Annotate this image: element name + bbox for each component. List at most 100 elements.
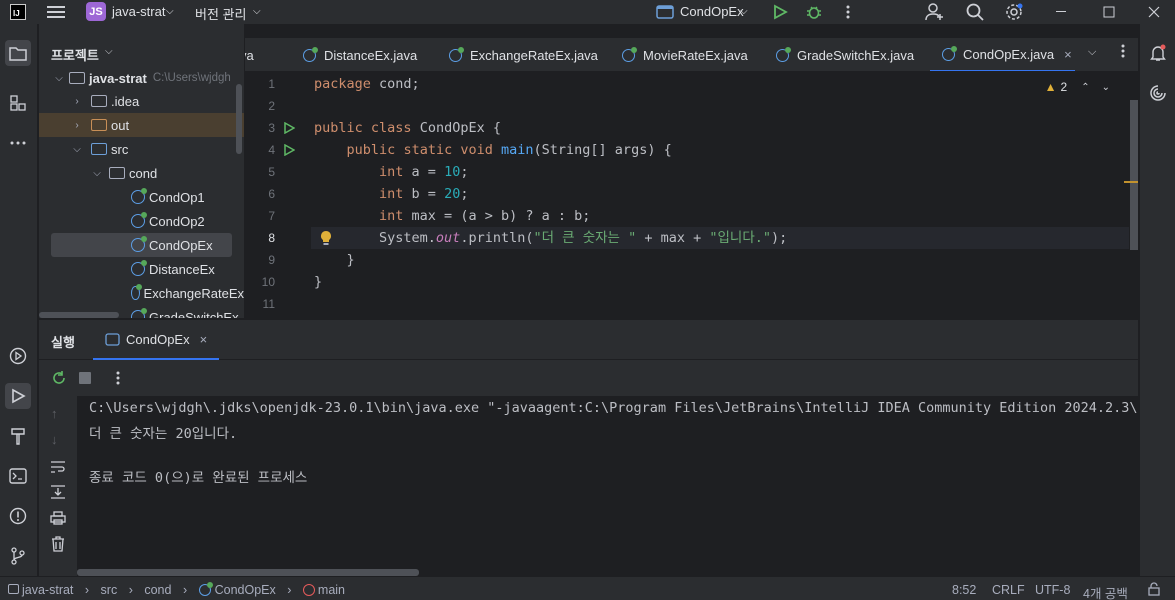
project-tool-icon[interactable] [5,40,31,66]
tree-item-exchangerateex[interactable]: ExchangeRateEx [39,281,244,305]
structure-tool-icon[interactable] [5,90,31,116]
run-tab-close-icon[interactable]: × [200,332,208,347]
soft-wrap-icon[interactable] [50,460,66,477]
breadcrumb-item[interactable]: main [318,583,345,597]
cursor-position[interactable]: 8:52 [952,583,976,597]
notifications-bell-icon[interactable] [1145,40,1171,66]
search-icon[interactable] [965,2,985,22]
run-more-icon[interactable] [116,371,120,388]
tab-distanceex[interactable]: DistanceEx.java [303,38,417,71]
git-tool-icon[interactable] [5,543,31,569]
editor-scrollbar[interactable] [1130,100,1138,250]
project-scrollbar[interactable] [236,84,242,154]
breadcrumb-item[interactable]: java-strat [22,583,73,597]
chevron-down-icon[interactable]: ⌵ [91,168,103,179]
tree-item-java-strat[interactable]: ⌵ java-strat C:\Users\wjdgh [39,66,244,90]
breadcrumb-item[interactable]: src [101,583,118,597]
vcs-menu[interactable]: 버전 관리 [195,4,246,23]
print-icon[interactable] [50,511,66,528]
code-line: int max = (a > b) ? a : b; [379,208,591,224]
console-horizontal-scrollbar[interactable] [77,569,419,576]
run-toolbar [39,360,1138,396]
tree-item-condop1[interactable]: CondOp1 [39,185,244,209]
tree-item-src[interactable]: ⌵ src [39,137,244,161]
run-tab-condopex[interactable]: CondOpEx × [93,320,220,360]
chevron-right-icon[interactable]: › [71,96,83,107]
scroll-to-end-icon[interactable] [50,485,66,502]
chevron-down-icon[interactable]: ⌵ [53,73,65,84]
project-badge[interactable]: JS [86,2,106,21]
previous-highlight-chevron-up-icon[interactable]: ⌃ [1081,82,1089,93]
title-bar: IJ JS java-strat ⌵ 버전 관리 ⌵ CondOpEx ⌵ [0,0,1175,24]
breadcrumb-item[interactable]: CondOpEx [215,583,276,597]
tab-exchangerateex[interactable]: ExchangeRateEx.java [449,38,598,71]
breadcrumb-item[interactable]: cond [144,583,171,597]
rerun-icon[interactable] [51,370,67,389]
main-menu-icon[interactable] [46,2,66,22]
project-panel: 프로젝트 ⌵ ⌵ java-strat C:\Users\wjdgh › .id… [39,24,244,318]
services-tool-icon[interactable] [5,343,31,369]
tabs-more-icon[interactable] [1121,44,1125,61]
run-tool-icon[interactable] [5,383,31,409]
build-hammer-icon[interactable] [5,423,31,449]
lock-icon[interactable] [1148,582,1160,599]
more-actions-icon[interactable] [838,2,858,22]
clear-trash-icon[interactable] [51,536,65,555]
tab-condopex[interactable]: CondOpEx.java × [930,38,1075,71]
tab-label: CondOpEx.java [963,46,1055,62]
code-line: int a = 10; [379,164,469,180]
problems-tool-icon[interactable] [5,503,31,529]
tree-item-out[interactable]: › out [39,113,244,137]
tab-close-icon[interactable]: × [1064,47,1072,62]
console-output[interactable]: C:\Users\wjdgh\.jdks\openjdk-23.0.1\bin\… [77,396,1138,576]
next-highlight-chevron-down-icon[interactable]: ⌄ [1102,82,1110,93]
line-number: 1 [268,77,275,91]
warning-stripe-marker[interactable] [1124,181,1138,183]
tree-item-condop2[interactable]: CondOp2 [39,209,244,233]
project-horizontal-scrollbar[interactable] [39,312,119,318]
run-class-gutter-icon[interactable] [283,121,296,135]
add-user-icon[interactable] [925,2,945,22]
java-class-icon [198,582,213,596]
indent-setting[interactable]: 4개 공백 [1083,583,1128,600]
run-icon[interactable] [770,2,790,22]
project-panel-title[interactable]: 프로젝트 [51,45,99,64]
run-main-gutter-icon[interactable] [283,143,296,157]
close-icon[interactable] [1144,2,1164,22]
terminal-tool-icon[interactable] [5,463,31,489]
scroll-up-arrow-icon[interactable]: ↑ [51,406,58,421]
project-name[interactable]: java-strat [112,4,165,19]
intellij-logo-icon[interactable]: IJ [10,4,26,20]
tree-item-idea[interactable]: › .idea [39,89,244,113]
vcs-chevron-down-icon[interactable]: ⌵ [253,6,261,17]
project-title-chevron-down-icon[interactable]: ⌵ [105,46,113,57]
code-editor[interactable]: 1 2 3 4 5 6 7 8 9 10 11 package cond; pu… [245,72,1138,318]
line-ending[interactable]: CRLF [992,583,1025,597]
chevron-down-icon[interactable]: ⌵ [71,144,83,155]
tree-item-condopex[interactable]: CondOpEx [51,233,232,257]
ai-assistant-icon[interactable] [1145,80,1171,106]
run-config-selector[interactable]: CondOpEx [680,4,744,19]
scroll-down-arrow-icon[interactable]: ↓ [51,432,58,447]
settings-gear-icon[interactable] [1004,2,1024,22]
tab-gradeswitchex[interactable]: GradeSwitchEx.java [776,38,914,71]
maximize-icon[interactable] [1099,2,1119,22]
run-config-chevron-down-icon[interactable]: ⌵ [740,6,748,17]
line-number: 10 [261,275,275,289]
code-line: System.out.println("더 큰 숫자는 " + max + "입… [314,230,788,246]
debug-icon[interactable] [804,2,824,22]
project-chevron-down-icon[interactable]: ⌵ [166,6,174,17]
tree-item-cond[interactable]: ⌵ cond [39,161,244,185]
console-line: 종료 코드 0(으)로 완료된 프로세스 [89,470,308,486]
file-encoding[interactable]: UTF-8 [1035,583,1070,597]
tab-movierateex[interactable]: MovieRateEx.java [622,38,748,71]
tab-partial[interactable]: va [245,38,254,71]
code-line: int b = 20; [379,186,469,202]
minimize-icon[interactable] [1052,2,1072,22]
stop-icon[interactable] [79,372,91,384]
tree-item-distanceex[interactable]: DistanceEx [39,257,244,281]
more-tools-icon[interactable] [5,130,31,156]
chevron-right-icon[interactable]: › [71,120,83,131]
inspection-widget[interactable]: ▲ 2 ⌃ ⌄ [1045,80,1110,94]
tabs-dropdown-chevron-down-icon[interactable]: ⌵ [1088,46,1096,59]
